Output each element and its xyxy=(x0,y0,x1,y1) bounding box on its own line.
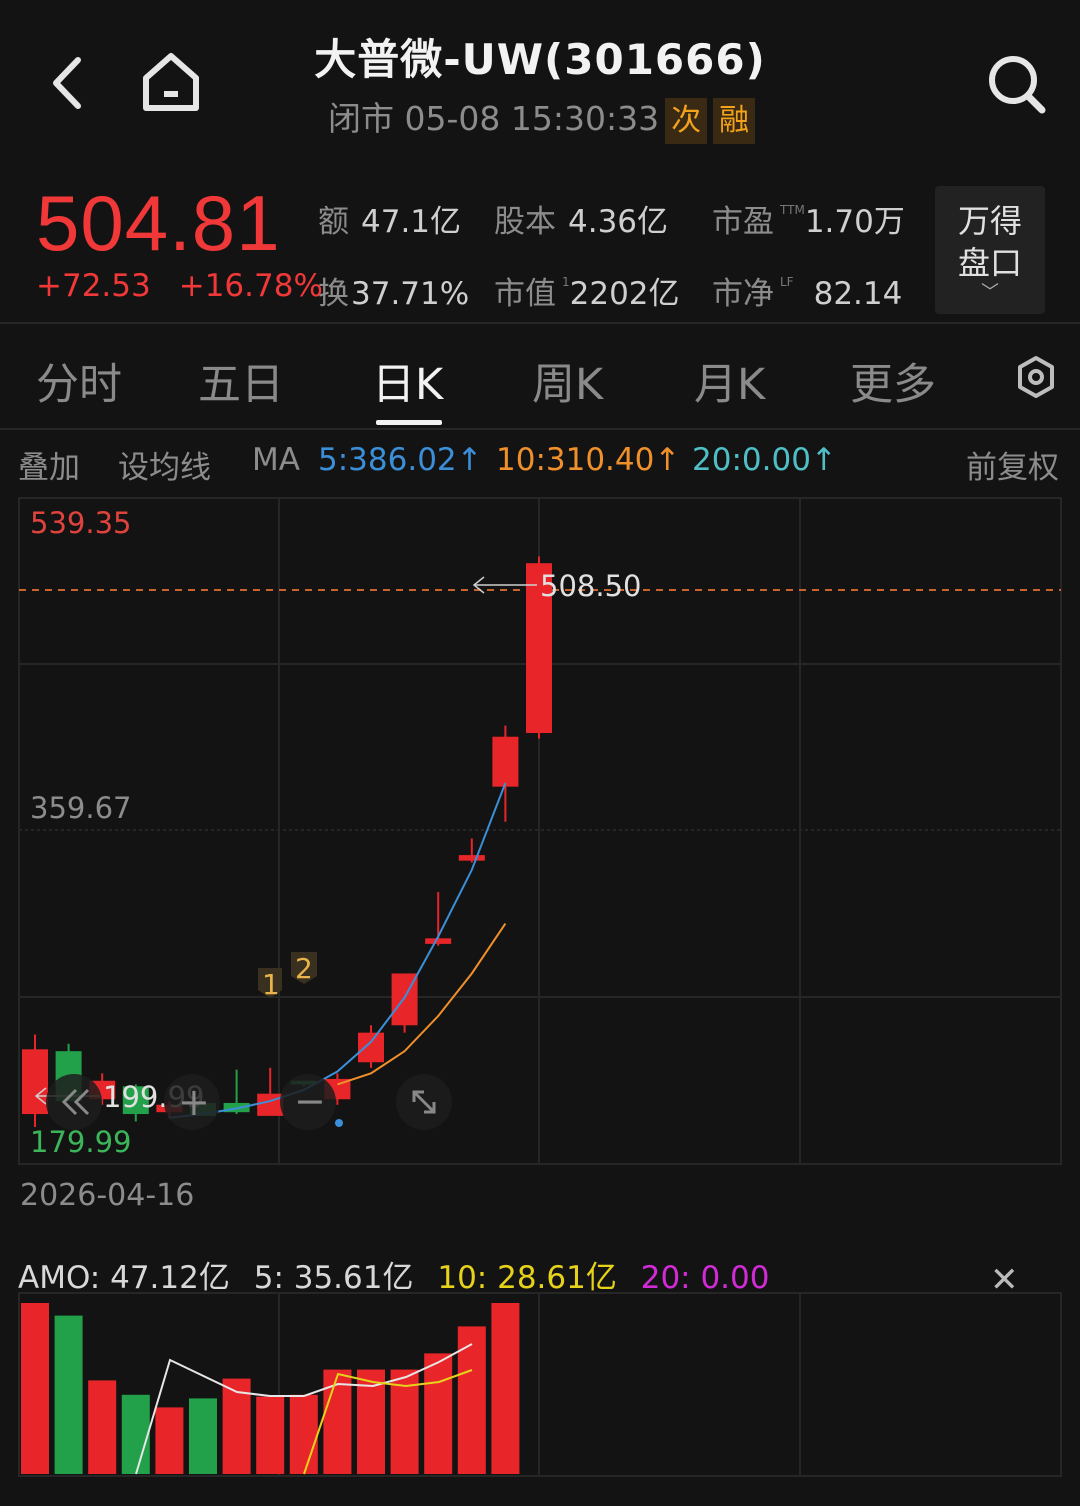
status-text: 闭市 05-08 15:30:33 xyxy=(328,99,660,138)
stat-pb: 市净 LF 82.14 xyxy=(712,275,903,312)
high-marker: 508.50 xyxy=(472,569,641,603)
amount-bar xyxy=(54,1315,83,1474)
y-axis-mid-label: 359.67 xyxy=(30,791,131,825)
gear-icon[interactable] xyxy=(1014,355,1058,399)
stat-market-cap: 市值 12202亿 xyxy=(494,275,680,312)
candle[interactable] xyxy=(458,838,485,863)
search-icon[interactable] xyxy=(982,50,1052,118)
amo-ma10: 10: 28.61亿 xyxy=(437,1260,617,1296)
amount-bar xyxy=(121,1394,150,1474)
event-marker-1[interactable]: 1 xyxy=(258,968,282,1001)
tab-five-day[interactable]: 五日 xyxy=(198,350,284,412)
stock-title: 大普微-UW(301666) xyxy=(314,35,766,84)
divider xyxy=(0,322,1080,324)
stat-turnover-amount: 额 47.1亿 xyxy=(318,204,462,240)
tab-more[interactable]: 更多 xyxy=(850,350,936,412)
amo-ma5: 5: 35.61亿 xyxy=(253,1260,414,1296)
amount-bar xyxy=(256,1396,285,1474)
overlay-button[interactable]: 叠加 xyxy=(18,442,80,487)
candle[interactable] xyxy=(358,1025,384,1068)
page-dot xyxy=(335,1119,343,1127)
minus-icon: − xyxy=(294,1079,326,1123)
amount-bar xyxy=(88,1380,117,1474)
ma20-value: 20:0.00↑ xyxy=(692,442,837,478)
candle-body xyxy=(22,1049,48,1115)
tab-weekly-k[interactable]: 周K xyxy=(532,350,603,412)
set-ma-button[interactable]: 设均线 xyxy=(118,442,211,487)
tag-next[interactable]: 次 xyxy=(665,97,708,144)
amount-bar xyxy=(21,1303,49,1474)
candle-body xyxy=(492,736,519,787)
stat-turnover-rate: 换37.71% xyxy=(318,276,470,312)
scroll-left-button[interactable] xyxy=(46,1074,102,1130)
ma5-line xyxy=(169,782,507,1119)
candle-body xyxy=(257,1093,284,1116)
change-percent: +16.78% xyxy=(178,268,323,304)
price-change: +72.53 +16.78% xyxy=(36,268,323,304)
last-price: 504.81 xyxy=(36,179,281,267)
chevron-down-icon: ﹀ xyxy=(981,282,999,303)
stat-share-capital: 股本 4.36亿 xyxy=(494,204,669,240)
ma-label: MA xyxy=(252,442,300,478)
amount-chart xyxy=(18,1292,1062,1477)
candle-body xyxy=(458,855,485,861)
divider xyxy=(0,428,1080,430)
amo-value: AMO: 47.12亿 xyxy=(18,1260,230,1296)
fullscreen-button[interactable] xyxy=(396,1074,452,1130)
svg-text:1: 1 xyxy=(262,968,280,1001)
ma5-value: 5:386.02↑ xyxy=(318,442,483,478)
tag-margin[interactable]: 融 xyxy=(713,97,756,144)
candle-body xyxy=(425,938,452,944)
tab-intraday[interactable]: 分时 xyxy=(36,350,122,412)
candle[interactable] xyxy=(22,1034,48,1128)
svg-text:2: 2 xyxy=(295,952,313,985)
candle-body xyxy=(358,1032,384,1063)
wande-orderbook-button[interactable]: 万得 盘口 ﹀ xyxy=(935,186,1045,314)
chart-start-date: 2026-04-16 xyxy=(20,1178,195,1213)
plus-icon: + xyxy=(178,1080,210,1124)
candlestick-chart[interactable]: 539.35 359.67 179.99 508.50 199.99 1 2 +… xyxy=(0,496,1080,1166)
tab-daily-k[interactable]: 日K xyxy=(372,350,443,412)
amount-bar xyxy=(491,1303,520,1474)
zoom-in-button[interactable]: + xyxy=(164,1074,220,1130)
amount-bar xyxy=(424,1353,453,1474)
amount-bar xyxy=(189,1398,217,1474)
amount-bar xyxy=(155,1407,184,1474)
tab-monthly-k[interactable]: 月K xyxy=(694,350,765,412)
y-axis-min-label: 179.99 xyxy=(30,1125,131,1159)
y-axis-max-label: 539.35 xyxy=(30,506,131,540)
event-marker-2[interactable]: 2 xyxy=(291,952,317,985)
amount-bar xyxy=(289,1394,318,1474)
active-tab-indicator xyxy=(376,420,442,425)
stat-pe: 市盈 TTM1.70万 xyxy=(712,203,905,240)
zoom-out-button[interactable]: − xyxy=(280,1074,336,1130)
market-status: 闭市 05-08 15:30:33 次融 xyxy=(328,92,756,144)
ma10-value: 10:310.40↑ xyxy=(496,442,681,478)
high-marker-label: 508.50 xyxy=(540,569,641,603)
adjust-mode-button[interactable]: 前复权 xyxy=(966,442,1059,487)
amo-ma20: 20: 0.00 xyxy=(640,1260,770,1296)
change-value: +72.53 xyxy=(36,268,151,304)
amo-legend: AMO: 47.12亿 5: 35.61亿 10: 28.61亿 20: 0.0… xyxy=(18,1252,770,1297)
